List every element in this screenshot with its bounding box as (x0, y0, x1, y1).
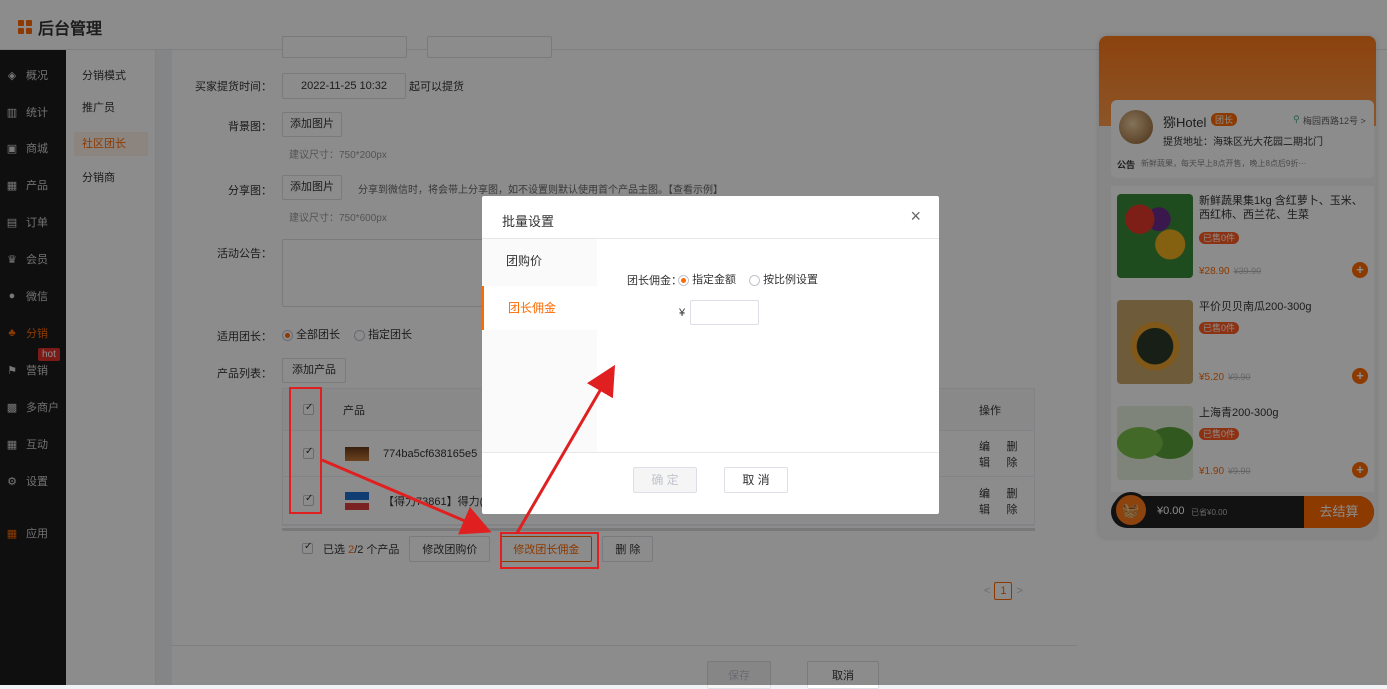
annotation-arrow-to-modal (515, 364, 616, 534)
annotation-arrow-to-button (321, 458, 492, 535)
annotation-arrows (321, 364, 616, 535)
